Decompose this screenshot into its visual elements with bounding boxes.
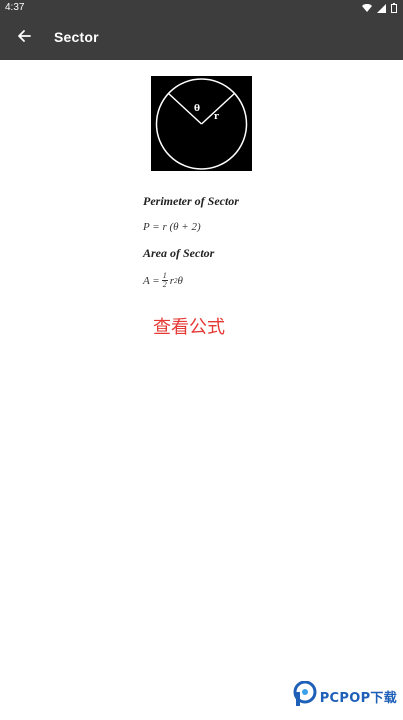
back-button[interactable] xyxy=(12,26,36,50)
theta-label: θ xyxy=(194,104,200,114)
cellular-signal-icon xyxy=(377,3,386,13)
status-icons xyxy=(362,3,397,13)
watermark-text: PCPOP下载 xyxy=(319,691,397,706)
area-fraction: 1 2 xyxy=(161,272,168,289)
watermark: PCPOP下载 xyxy=(293,680,397,712)
battery-icon xyxy=(391,3,397,13)
page-title: Sector xyxy=(54,29,99,45)
view-formula-link[interactable]: 查看公式 xyxy=(153,313,225,339)
sector-diagram: θ r xyxy=(151,76,252,171)
status-time: 4:37 xyxy=(5,2,25,13)
screen: 4:37 Sector θ r Perimeter of Sector P = … xyxy=(0,0,403,720)
status-bar: 4:37 xyxy=(0,0,403,16)
arrow-left-icon xyxy=(17,29,31,48)
area-formula-lhs: A = xyxy=(143,274,160,287)
perimeter-formula: P = r (θ + 2) xyxy=(143,221,201,233)
area-formula-theta: θ xyxy=(177,274,183,287)
wifi-icon xyxy=(362,3,372,13)
area-heading: Area of Sector xyxy=(143,246,215,260)
perimeter-heading: Perimeter of Sector xyxy=(143,194,239,208)
area-formula: A = 1 2 r2θ xyxy=(143,272,183,289)
pcpop-logo-icon xyxy=(293,680,317,712)
app-bar: Sector xyxy=(0,16,403,60)
radius-label: r xyxy=(214,112,219,122)
area-fraction-denominator: 2 xyxy=(162,280,167,289)
